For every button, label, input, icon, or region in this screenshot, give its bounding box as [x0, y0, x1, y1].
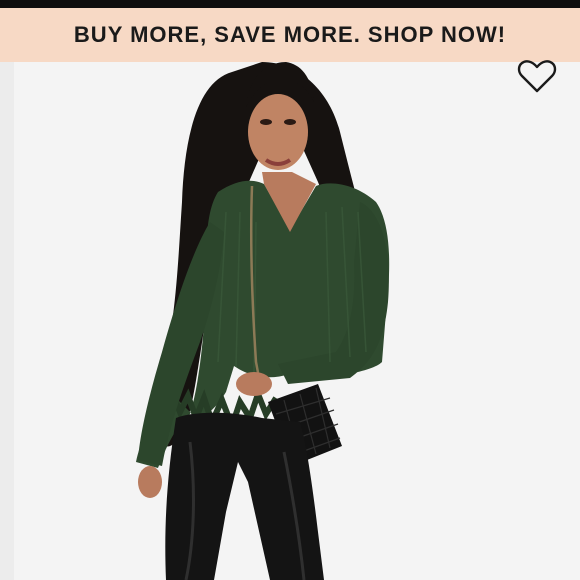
product-photo-illustration [0, 62, 580, 580]
promo-text: BUY MORE, SAVE MORE. SHOP NOW! [73, 22, 507, 47]
heart-outline-icon [517, 60, 557, 93]
hand-left [138, 466, 162, 498]
product-image [0, 62, 580, 580]
face [248, 94, 308, 170]
product-page: BUY MORE, SAVE MORE. SHOP NOW! [0, 0, 580, 580]
hand-right [236, 372, 272, 396]
promo-banner[interactable]: BUY MORE, SAVE MORE. SHOP NOW! [0, 8, 580, 62]
top-border [0, 0, 580, 8]
favorite-button[interactable] [514, 58, 560, 96]
